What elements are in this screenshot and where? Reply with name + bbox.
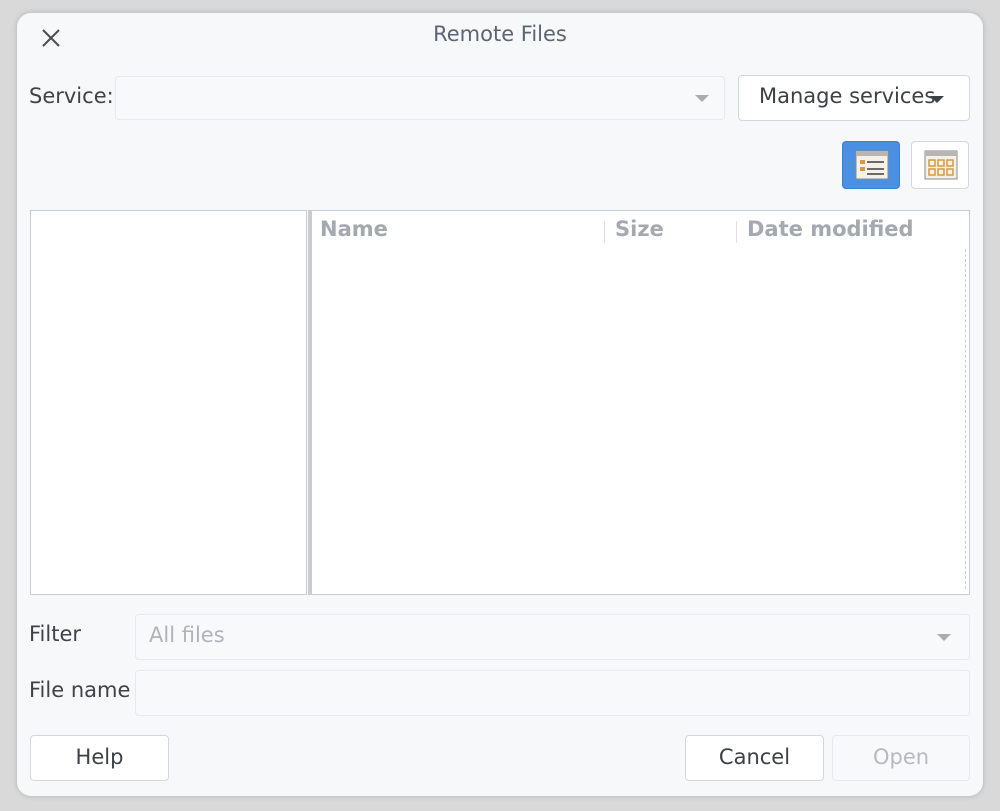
filter-value: All files [149, 623, 225, 647]
file-name-label: File name [29, 678, 131, 702]
filter-label: Filter [29, 622, 82, 646]
icon-view-icon [924, 150, 958, 180]
icon-view-button[interactable] [911, 141, 969, 189]
manage-services-label: Manage services [759, 84, 936, 108]
column-header-name[interactable]: Name [320, 217, 388, 241]
remote-files-dialog: Remote Files Service: Manage services Na… [17, 13, 983, 796]
folder-tree-pane[interactable] [30, 210, 307, 595]
manage-services-button[interactable]: Manage services [738, 75, 970, 121]
column-header-size[interactable]: Size [615, 217, 664, 241]
list-edge-divider [965, 249, 966, 589]
column-separator[interactable] [604, 221, 605, 243]
chevron-down-icon [695, 95, 709, 102]
service-label: Service: [29, 84, 114, 108]
service-dropdown[interactable] [115, 76, 725, 120]
column-separator[interactable] [736, 221, 737, 243]
open-button[interactable]: Open [832, 735, 970, 781]
titlebar: Remote Files [17, 13, 983, 61]
filter-dropdown[interactable]: All files [135, 614, 970, 660]
dialog-title: Remote Files [433, 22, 567, 46]
details-view-icon [855, 150, 889, 180]
file-name-input[interactable] [135, 670, 970, 716]
cancel-button[interactable]: Cancel [685, 735, 824, 781]
column-header-date-modified[interactable]: Date modified [747, 217, 914, 241]
dropdown-arrow-icon [930, 96, 944, 103]
help-button[interactable]: Help [30, 735, 169, 781]
file-list-pane[interactable]: Name Size Date modified [308, 210, 970, 595]
details-view-button[interactable] [842, 141, 900, 189]
chevron-down-icon [937, 634, 951, 641]
